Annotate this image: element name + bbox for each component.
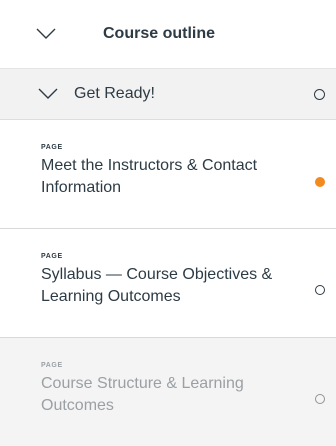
circle-outline-icon [314, 89, 325, 100]
outline-item-meet-instructors[interactable]: PAGE Meet the Instructors & Contact Info… [0, 120, 336, 229]
item-type-label: PAGE [41, 144, 63, 151]
outline-item-syllabus[interactable]: PAGE Syllabus — Course Objectives & Lear… [0, 229, 336, 338]
item-title: Course Structure & Learning Outcomes [41, 375, 244, 414]
chevron-down-icon [38, 88, 58, 99]
section-get-ready[interactable]: Get Ready! [0, 69, 336, 120]
outline-item-course-structure[interactable]: PAGE Course Structure & Learning Outcome… [0, 338, 336, 446]
circle-outline-icon [315, 394, 325, 404]
section-label: Get Ready! [74, 85, 155, 102]
item-title: Syllabus — Course Objectives & Learning … [41, 266, 273, 305]
course-outline-panel: Course outline Get Ready! PAGE Meet the … [0, 0, 336, 446]
item-type-label: PAGE [41, 253, 63, 260]
circle-outline-icon [315, 285, 325, 295]
item-title: Meet the Instructors & Contact Informati… [41, 157, 258, 196]
course-outline-toggle[interactable]: Course outline [0, 0, 336, 69]
course-outline-title: Course outline [103, 25, 216, 42]
item-type-label: PAGE [41, 362, 63, 369]
dot-filled-icon [315, 177, 325, 187]
chevron-down-icon [36, 28, 56, 39]
